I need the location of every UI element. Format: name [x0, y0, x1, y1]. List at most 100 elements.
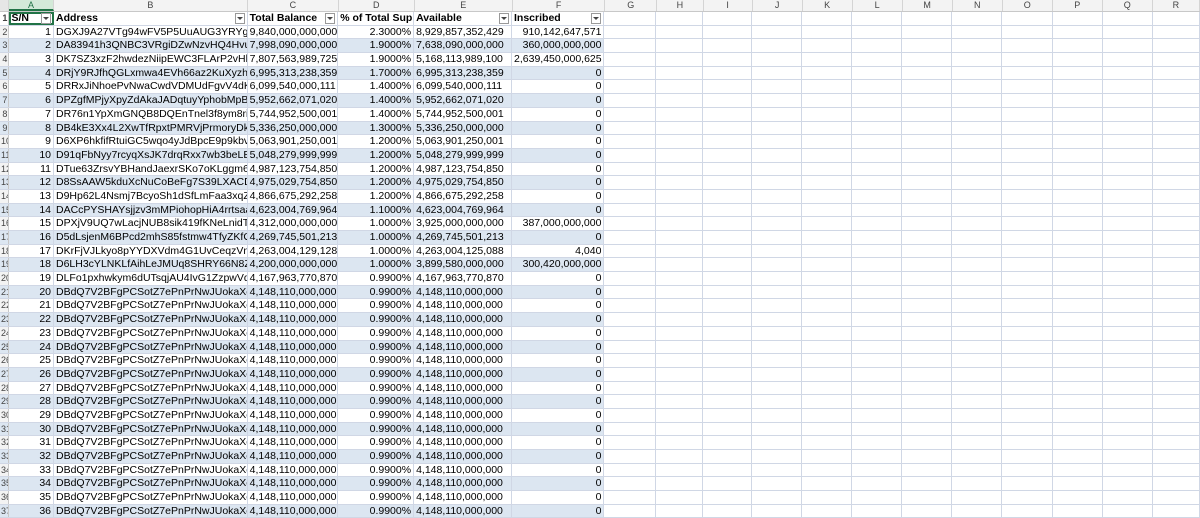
empty-cell[interactable] [802, 162, 853, 176]
cell-pct-supply[interactable]: 0.9900% [338, 381, 415, 395]
cell-inscribed[interactable]: 0 [512, 504, 605, 518]
empty-cell[interactable] [751, 477, 803, 491]
empty-cell[interactable] [952, 463, 1003, 477]
empty-cell[interactable] [902, 340, 953, 354]
empty-cell[interactable] [902, 94, 953, 107]
empty-cell[interactable] [1052, 94, 1103, 107]
cell-sn[interactable]: 1 [9, 25, 54, 39]
cell-inscribed[interactable]: 0 [512, 326, 605, 340]
empty-cell[interactable] [1102, 258, 1153, 272]
empty-cell[interactable] [802, 107, 853, 121]
row-number[interactable]: 22 [0, 299, 10, 313]
empty-cell[interactable] [952, 66, 1003, 80]
row-number[interactable]: 29 [0, 395, 10, 408]
row-number[interactable]: 27 [0, 367, 10, 381]
cell-address[interactable]: D6LH3cYLNKLfAihLeJMUq8SHRY66N8ZWy7 [54, 258, 248, 272]
cell-total-balance[interactable]: 6,995,313,238,359 [247, 66, 339, 80]
empty-cell[interactable] [1052, 39, 1103, 53]
header-cell-sn[interactable]: S/N [9, 12, 54, 25]
cell-available[interactable]: 6,995,313,238,359 [414, 66, 513, 80]
empty-cell[interactable] [802, 436, 853, 449]
empty-cell[interactable] [1002, 162, 1053, 176]
cell-available[interactable]: 4,148,110,000,000 [414, 354, 513, 367]
empty-cell[interactable] [1002, 285, 1053, 299]
empty-cell[interactable] [1152, 395, 1200, 408]
empty-cell[interactable] [852, 326, 903, 340]
cell-total-balance[interactable]: 4,148,110,000,000 [248, 326, 339, 340]
empty-cell[interactable] [604, 477, 657, 491]
empty-cell[interactable] [1002, 231, 1053, 244]
empty-cell[interactable] [802, 340, 853, 354]
cell-available[interactable]: 5,336,250,000,000 [414, 121, 513, 135]
empty-cell[interactable] [656, 285, 703, 299]
empty-cell[interactable] [702, 395, 752, 408]
empty-cell[interactable] [656, 272, 703, 285]
cell-pct-supply[interactable]: 0.9900% [338, 408, 415, 422]
cell-inscribed[interactable]: 0 [512, 135, 605, 148]
empty-cell[interactable] [604, 463, 657, 477]
row-number[interactable]: 20 [0, 272, 10, 285]
row-number[interactable]: 17 [0, 231, 10, 244]
empty-cell[interactable] [902, 408, 953, 422]
row-number[interactable]: 35 [0, 477, 10, 491]
empty-cell[interactable] [656, 367, 703, 381]
cell-inscribed[interactable]: 0 [512, 66, 605, 80]
empty-cell[interactable] [751, 258, 803, 272]
cell-total-balance[interactable]: 4,167,963,770,870 [248, 272, 339, 285]
empty-cell[interactable] [902, 189, 953, 203]
empty-cell[interactable] [902, 367, 953, 381]
empty-cell[interactable] [852, 217, 903, 230]
cell-sn[interactable]: 8 [9, 121, 54, 135]
empty-cell[interactable] [952, 285, 1003, 299]
cell-sn[interactable]: 4 [9, 66, 54, 80]
cell-available[interactable]: 4,269,745,501,213 [414, 231, 513, 244]
empty-cell[interactable] [852, 176, 903, 189]
cell-total-balance[interactable]: 4,148,110,000,000 [248, 463, 339, 477]
empty-cell[interactable] [952, 107, 1003, 121]
row-number[interactable]: 11 [0, 148, 10, 162]
empty-cell[interactable] [852, 80, 903, 94]
cell-total-balance[interactable]: 4,312,000,000,000 [248, 217, 339, 230]
empty-cell[interactable] [1052, 285, 1103, 299]
cell-pct-supply[interactable]: 1.1000% [338, 203, 415, 217]
empty-cell[interactable] [751, 272, 803, 285]
empty-cell[interactable] [1052, 121, 1103, 135]
empty-cell[interactable] [1052, 340, 1103, 354]
cell-sn[interactable]: 17 [9, 244, 54, 258]
column-header-k[interactable]: K [803, 0, 853, 11]
empty-cell[interactable] [702, 463, 752, 477]
empty-cell[interactable] [1152, 135, 1200, 148]
empty-cell[interactable] [1052, 395, 1103, 408]
cell-available[interactable]: 4,148,110,000,000 [414, 313, 513, 326]
cell-address[interactable]: DBdQ7V2BFgPCSotZ7ePnPrNwJUokaXeq2g [54, 354, 248, 367]
empty-cell[interactable] [656, 313, 703, 326]
empty-cell[interactable] [656, 53, 703, 66]
empty-cell[interactable] [1102, 39, 1153, 53]
cell-available[interactable]: 4,148,110,000,000 [414, 408, 513, 422]
empty-cell[interactable] [802, 258, 853, 272]
cell-inscribed[interactable]: 0 [512, 340, 605, 354]
row-number[interactable]: 31 [0, 422, 10, 436]
cell-pct-supply[interactable]: 0.9900% [338, 450, 415, 463]
empty-cell[interactable] [1052, 66, 1103, 80]
cell-sn[interactable]: 15 [9, 217, 54, 230]
empty-cell[interactable] [751, 299, 803, 313]
cell-total-balance[interactable]: 4,148,110,000,000 [248, 491, 339, 504]
cell-address[interactable]: DBdQ7V2BFgPCSotZ7ePnPrNwJUokaXeq2g [54, 285, 248, 299]
empty-cell[interactable] [1002, 313, 1053, 326]
empty-cell[interactable] [852, 258, 903, 272]
empty-cell[interactable] [751, 285, 803, 299]
empty-cell[interactable] [952, 381, 1003, 395]
empty-cell[interactable] [952, 121, 1003, 135]
empty-cell[interactable] [802, 367, 853, 381]
empty-cell[interactable] [1102, 504, 1153, 518]
empty-cell[interactable] [604, 491, 657, 504]
cell-sn[interactable]: 26 [9, 367, 54, 381]
cell-pct-supply[interactable]: 0.9900% [338, 313, 415, 326]
cell-inscribed[interactable]: 387,000,000,000 [512, 217, 605, 230]
cell-pct-supply[interactable]: 1.0000% [338, 258, 415, 272]
empty-cell[interactable] [802, 408, 853, 422]
empty-cell[interactable] [902, 162, 953, 176]
empty-cell[interactable] [1102, 231, 1153, 244]
cell-address[interactable]: DBdQ7V2BFgPCSotZ7ePnPrNwJUokaXeq2g [54, 491, 248, 504]
